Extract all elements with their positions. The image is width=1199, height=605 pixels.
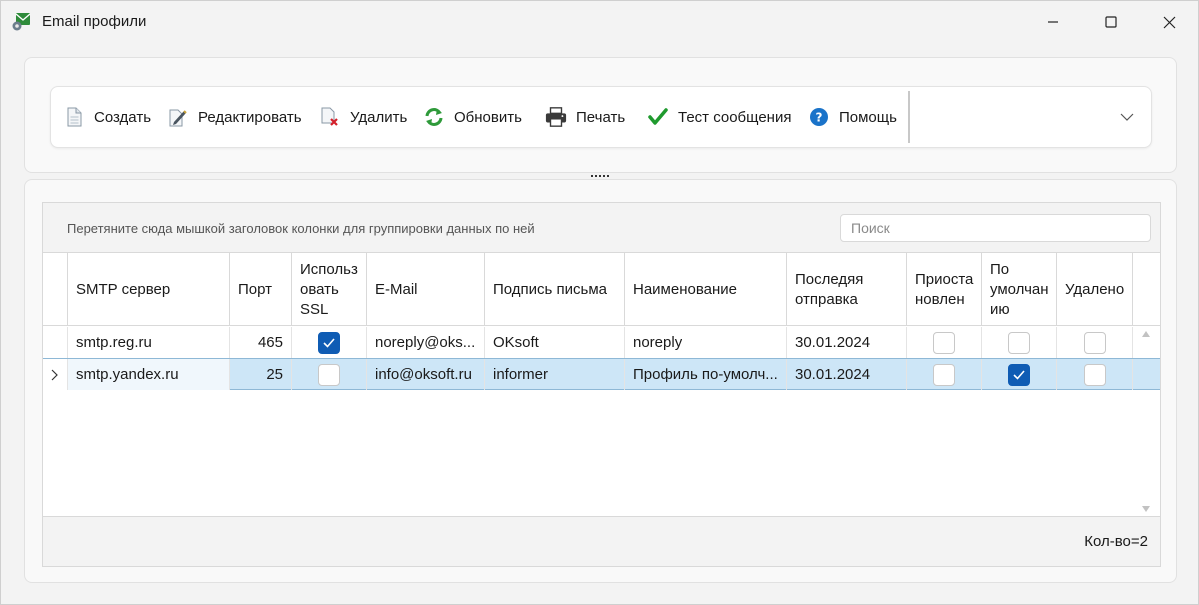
printer-icon: [545, 106, 567, 128]
close-button[interactable]: [1140, 1, 1198, 43]
column-header-suspended[interactable]: Приоста новлен: [907, 253, 982, 326]
minimize-button[interactable]: [1024, 1, 1082, 43]
row-indicator[interactable]: [43, 359, 68, 390]
email-settings-icon: [12, 12, 32, 32]
create-label: Создать: [94, 108, 152, 126]
cell-suspended: [907, 359, 982, 390]
column-header-default[interactable]: По умолчан ию: [982, 253, 1057, 326]
ssl-checkbox[interactable]: [318, 331, 340, 354]
new-document-icon: [63, 106, 85, 128]
profiles-grid: Перетяните сюда мышкой заголовок колонки…: [42, 202, 1161, 567]
row-indicator[interactable]: [43, 327, 68, 358]
cell-signature[interactable]: informer: [485, 359, 625, 390]
toolbar-panel: Создать Редактировать Удалить Обновить П…: [24, 57, 1177, 173]
create-button[interactable]: Создать: [63, 87, 151, 147]
edit-button[interactable]: Редактировать: [167, 87, 302, 147]
table-row-selected[interactable]: smtp.yandex.ru 25 info@oksoft.ru informe…: [43, 358, 1160, 390]
minimize-icon: [1048, 21, 1058, 23]
delete-document-icon: [319, 106, 341, 128]
grid-panel: Перетяните сюда мышкой заголовок колонки…: [24, 179, 1177, 583]
grid-header: SMTP сервер Порт Использ овать SSL E-Mail …: [43, 253, 1160, 326]
toolbar: Создать Редактировать Удалить Обновить П…: [50, 86, 1152, 148]
maximize-icon: [1105, 16, 1117, 28]
cell-name[interactable]: Профиль по-умолч...: [625, 359, 787, 390]
column-header-deleted[interactable]: Удалено: [1057, 253, 1133, 326]
delete-label: Удалить: [350, 108, 408, 126]
default-checkbox[interactable]: [1008, 363, 1030, 386]
suspended-checkbox[interactable]: [933, 363, 955, 386]
cell-last-sent[interactable]: 30.01.2024: [787, 359, 907, 390]
column-header-ssl[interactable]: Использ овать SSL: [292, 253, 367, 326]
deleted-checkbox[interactable]: [1083, 331, 1106, 354]
cell-ssl: [292, 359, 367, 390]
test-message-label: Тест сообщения: [678, 108, 792, 126]
toolbar-overflow-button[interactable]: [1115, 105, 1139, 129]
cell-name[interactable]: noreply: [625, 327, 787, 358]
column-header-signature[interactable]: Подпись письма: [485, 253, 625, 326]
cell-suspended: [907, 327, 982, 358]
cell-port[interactable]: 25: [230, 359, 292, 390]
print-button[interactable]: Печать: [545, 87, 625, 147]
scroll-up-icon: [1142, 331, 1150, 337]
checkmark-icon: [1013, 369, 1025, 380]
help-icon: ?: [808, 106, 830, 128]
refresh-label: Обновить: [454, 108, 522, 126]
delete-button[interactable]: Удалить: [319, 87, 407, 147]
title-bar: Email профили: [1, 1, 1198, 43]
group-hint: Перетяните сюда мышкой заголовок колонки…: [67, 221, 535, 236]
cell-smtp[interactable]: smtp.yandex.ru: [68, 359, 230, 390]
column-header-smtp[interactable]: SMTP сервер: [68, 253, 230, 326]
ssl-checkbox[interactable]: [318, 363, 340, 386]
checkmark-icon: [647, 106, 669, 128]
cell-deleted: [1057, 359, 1133, 390]
column-header-port[interactable]: Порт: [230, 253, 292, 326]
maximize-button[interactable]: [1082, 1, 1140, 43]
cell-smtp[interactable]: smtp.reg.ru: [68, 327, 230, 358]
toolbar-separator: [908, 91, 910, 143]
scroll-down-icon: [1142, 506, 1150, 512]
vertical-scrollbar[interactable]: [1133, 327, 1159, 517]
edit-label: Редактировать: [198, 108, 302, 126]
checkmark-icon: [323, 337, 335, 348]
column-header-last-sent[interactable]: Последяя отправка: [787, 253, 907, 326]
help-button[interactable]: ? Помощь: [808, 87, 897, 147]
cell-last-sent[interactable]: 30.01.2024: [787, 327, 907, 358]
edit-document-icon: [167, 106, 189, 128]
refresh-button[interactable]: Обновить: [423, 87, 522, 147]
row-indicator-header: [43, 253, 68, 326]
close-icon: [1163, 16, 1175, 28]
print-label: Печать: [576, 108, 626, 126]
cell-ssl: [292, 327, 367, 358]
test-message-button[interactable]: Тест сообщения: [647, 87, 791, 147]
cell-email[interactable]: noreply@oks...: [367, 327, 485, 358]
cell-signature[interactable]: OKsoft: [485, 327, 625, 358]
window-title: Email профили: [42, 13, 147, 30]
svg-text:?: ?: [816, 111, 823, 125]
column-header-email[interactable]: E-Mail: [367, 253, 485, 326]
cell-default: [982, 359, 1057, 390]
search-input[interactable]: [840, 214, 1151, 242]
current-row-chevron-icon: [51, 369, 58, 380]
deleted-checkbox[interactable]: [1083, 363, 1106, 386]
group-panel[interactable]: Перетяните сюда мышкой заголовок колонки…: [43, 203, 1160, 253]
help-label: Помощь: [839, 108, 897, 126]
suspended-checkbox[interactable]: [933, 331, 955, 354]
table-row[interactable]: smtp.reg.ru 465 noreply@oks... OKsoft no…: [43, 327, 1160, 359]
cell-email[interactable]: info@oksoft.ru: [367, 359, 485, 390]
default-checkbox[interactable]: [1008, 331, 1030, 354]
cell-port[interactable]: 465: [230, 327, 292, 358]
email-profiles-window: Email профили Создать Редактировать Удал…: [0, 0, 1199, 605]
row-count: Кол-во=2: [1084, 533, 1148, 550]
grid-footer: Кол-во=2: [43, 516, 1160, 566]
chevron-down-icon: [1120, 113, 1134, 121]
column-header-name[interactable]: Наименование: [625, 253, 787, 326]
cell-default: [982, 327, 1057, 358]
refresh-icon: [423, 106, 445, 128]
cell-deleted: [1057, 327, 1133, 358]
